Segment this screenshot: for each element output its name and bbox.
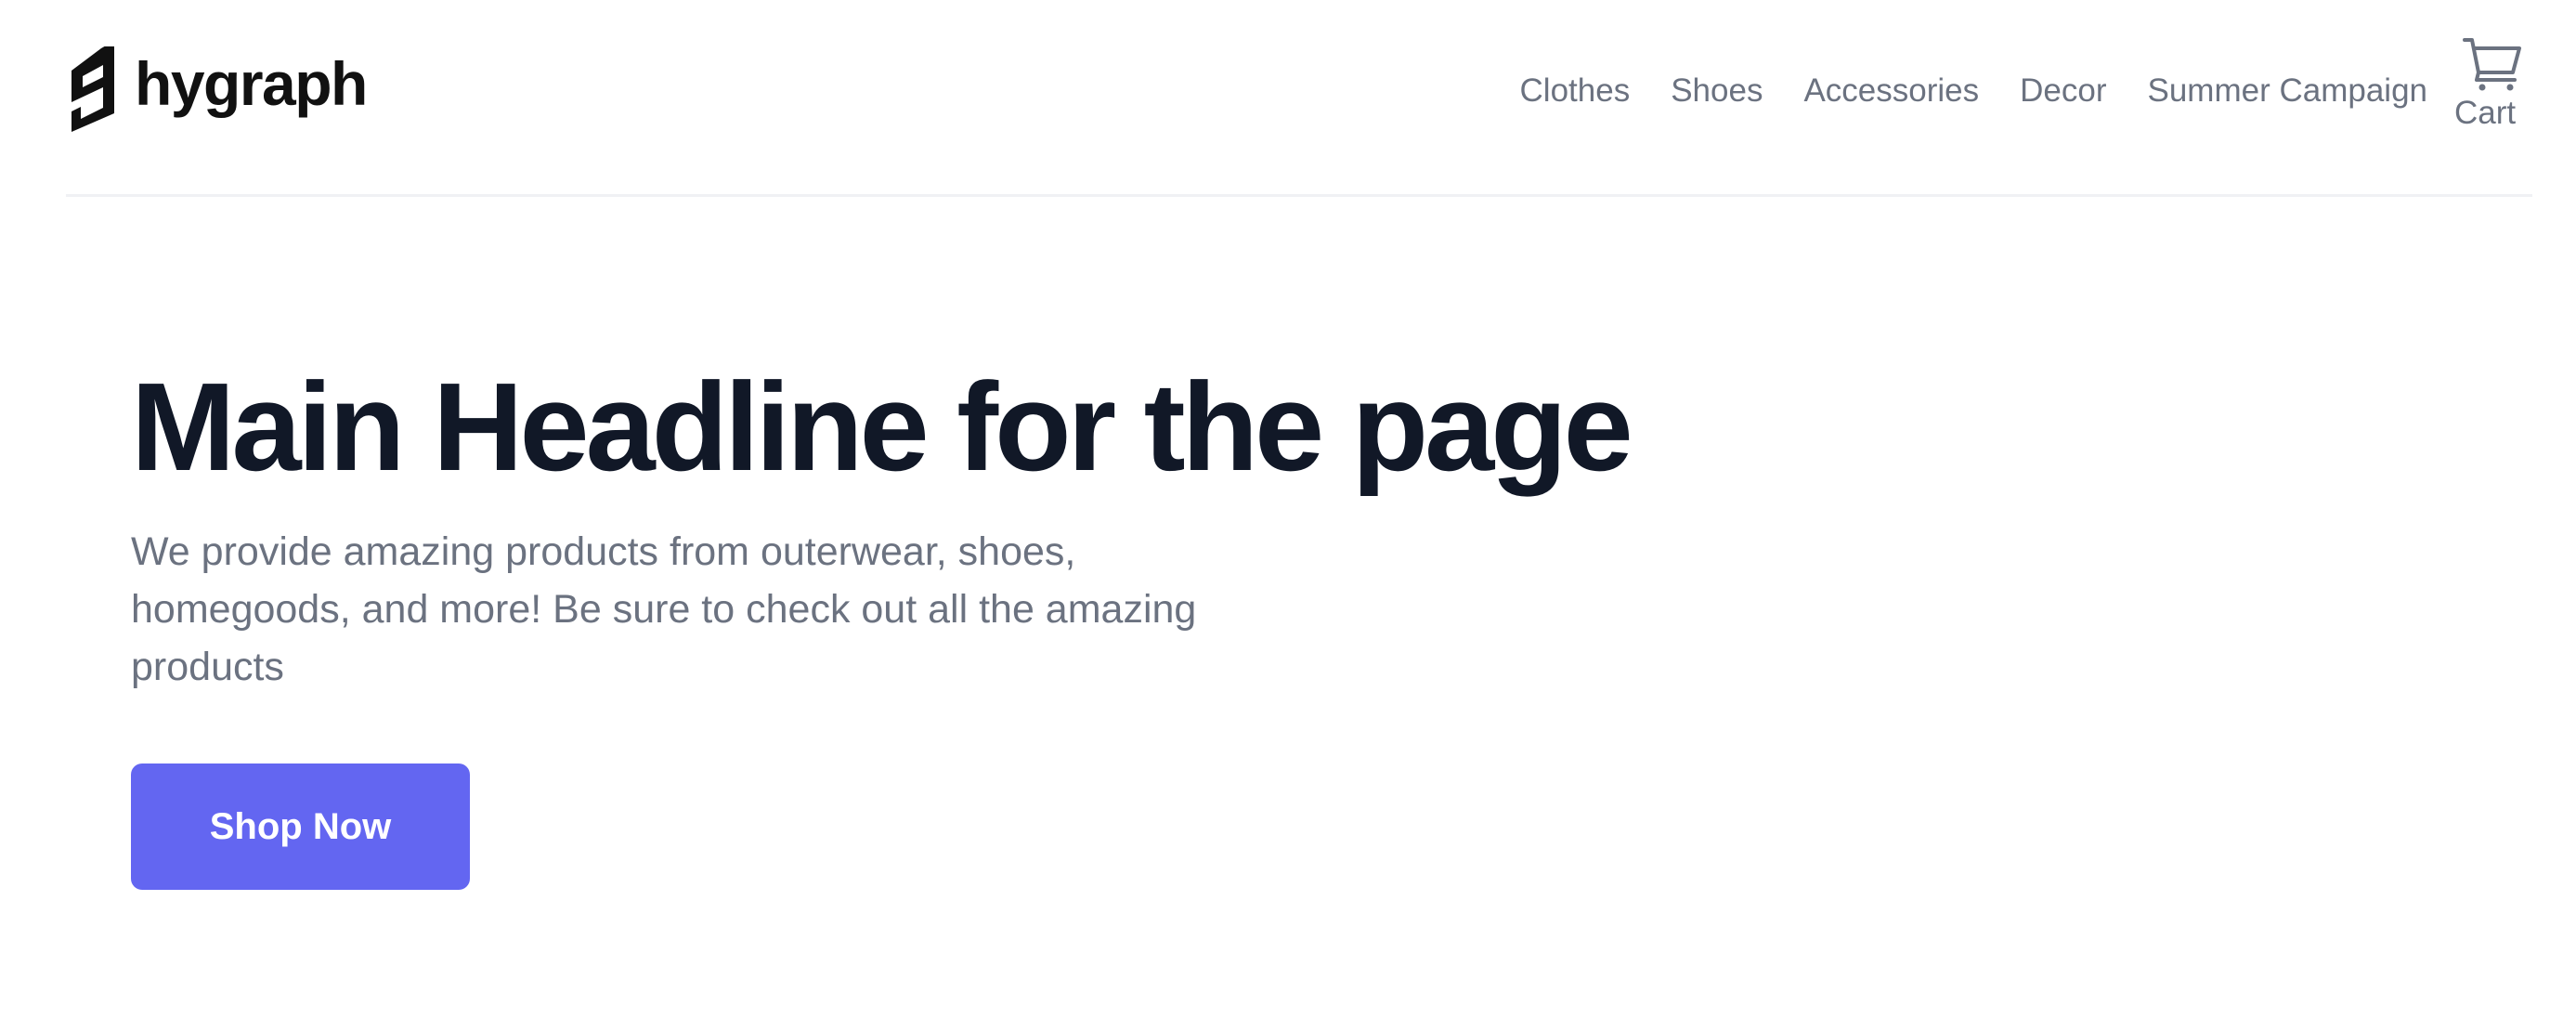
nav-link-summer-campaign[interactable]: Summer Campaign <box>2148 67 2428 115</box>
main-nav: Clothes Shoes Accessories Decor Summer C… <box>1520 67 2427 115</box>
hero-section: Main Headline for the page We provide am… <box>131 358 1710 890</box>
page-headline: Main Headline for the page <box>131 357 1633 497</box>
nav-link-decor[interactable]: Decor <box>2020 67 2106 115</box>
shop-now-button[interactable]: Shop Now <box>131 764 470 890</box>
hero-description: We provide amazing products from outerwe… <box>131 529 1197 689</box>
cart-label: Cart <box>2454 95 2517 131</box>
nav-link-accessories[interactable]: Accessories <box>1803 67 1979 115</box>
nav-link-shoes[interactable]: Shoes <box>1671 67 1763 115</box>
shopping-cart-icon <box>2463 38 2521 91</box>
logo-wordmark: hygraph <box>135 49 368 118</box>
hygraph-logo-icon <box>72 46 114 132</box>
logo-link[interactable]: hygraph <box>66 45 368 134</box>
cart-link[interactable]: Cart <box>2454 35 2532 132</box>
site-header: hygraph Clothes Shoes Accessories Decor … <box>66 0 2532 197</box>
nav-link-clothes[interactable]: Clothes <box>1520 67 1631 115</box>
page: hygraph Clothes Shoes Accessories Decor … <box>0 0 2576 1018</box>
